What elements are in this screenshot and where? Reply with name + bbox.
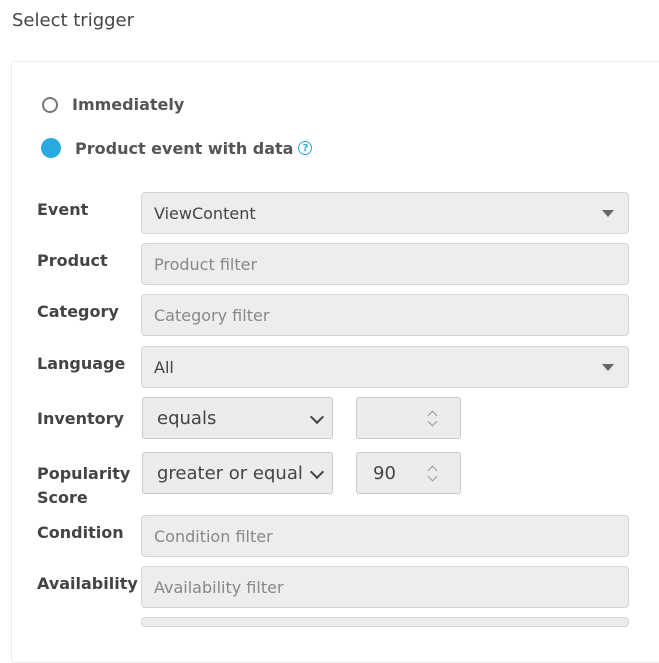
availability-filter-placeholder: Availability filter — [154, 577, 284, 597]
language-dropdown[interactable]: All — [141, 346, 629, 388]
inventory-operator-select[interactable]: equals — [142, 397, 333, 439]
popularity-score-label: Popularity Score — [37, 462, 130, 510]
radio-unselected-icon[interactable] — [42, 96, 58, 113]
popularity-operator-value: greater or equal — [157, 462, 303, 484]
event-label: Event — [37, 200, 89, 219]
language-value: All — [154, 357, 174, 377]
spinner-icon[interactable] — [427, 464, 438, 484]
next-filter-input[interactable] — [141, 617, 629, 627]
radio-selected-icon[interactable] — [41, 138, 61, 158]
condition-filter-input[interactable]: Condition filter — [141, 515, 629, 557]
spin-down-icon[interactable] — [427, 416, 438, 427]
availability-label: Availability — [37, 574, 138, 593]
event-value: ViewContent — [154, 203, 256, 223]
radio-immediately[interactable]: Immediately — [41, 95, 184, 114]
caret-down-icon — [602, 364, 614, 371]
product-filter-input[interactable]: Product filter — [141, 243, 629, 285]
condition-filter-placeholder: Condition filter — [154, 526, 273, 546]
chevron-down-icon — [309, 409, 325, 425]
radio-product-event[interactable]: Product event with data ? — [41, 138, 313, 158]
spin-down-icon[interactable] — [427, 471, 438, 482]
page-title: Select trigger — [12, 10, 135, 31]
spinner-icon[interactable] — [427, 409, 438, 429]
radio-immediately-label: Immediately — [72, 95, 185, 114]
inventory-label: Inventory — [37, 409, 124, 428]
popularity-label-line1: Popularity — [37, 464, 131, 483]
radio-product-event-label: Product event with data — [75, 138, 294, 158]
chevron-down-icon — [309, 464, 325, 480]
popularity-number-value: 90 — [373, 462, 396, 484]
condition-label: Condition — [37, 523, 124, 542]
event-dropdown[interactable]: ViewContent — [141, 192, 629, 234]
caret-down-icon — [602, 210, 614, 217]
popularity-number-input[interactable]: 90 — [356, 452, 461, 494]
category-label: Category — [37, 302, 119, 321]
popularity-operator-select[interactable]: greater or equal — [142, 452, 333, 494]
language-label: Language — [37, 354, 126, 373]
product-filter-placeholder: Product filter — [154, 254, 258, 274]
popularity-label-line2: Score — [37, 488, 88, 507]
category-filter-placeholder: Category filter — [154, 305, 270, 325]
product-label: Product — [37, 251, 108, 270]
inventory-operator-value: equals — [157, 407, 217, 429]
availability-filter-input[interactable]: Availability filter — [141, 566, 629, 608]
category-filter-input[interactable]: Category filter — [141, 294, 629, 336]
inventory-number-input[interactable] — [356, 397, 461, 439]
help-icon[interactable]: ? — [298, 141, 313, 155]
